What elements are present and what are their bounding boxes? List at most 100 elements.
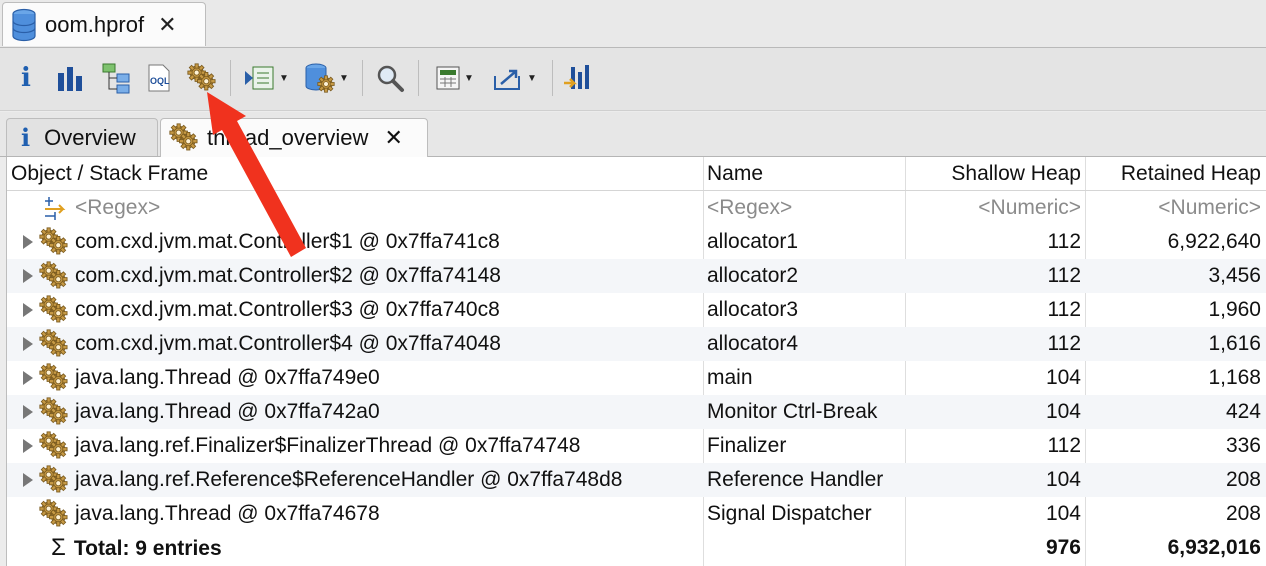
gears-icon <box>39 295 69 325</box>
table-row[interactable]: java.lang.ref.Finalizer$FinalizerThread … <box>7 429 1266 463</box>
name-cell: main <box>707 366 753 389</box>
dominator-tree-button[interactable] <box>100 60 132 96</box>
gears-icon <box>39 465 69 495</box>
column-header-shallow-heap[interactable]: Shallow Heap <box>907 157 1081 191</box>
table-row[interactable]: java.lang.Thread @ 0x7ffa742a0 Monitor Ct… <box>7 395 1266 429</box>
shallow-heap-filter[interactable]: <Numeric> <box>907 191 1081 225</box>
expand-triangle-icon[interactable] <box>23 303 33 318</box>
close-icon[interactable]: ✕ <box>384 125 402 151</box>
object-label: java.lang.Thread @ 0x7ffa742a0 <box>75 400 380 423</box>
expand-triangle-icon[interactable] <box>23 405 33 420</box>
retained-heap-cell: 208 <box>1225 468 1261 491</box>
expand-triangle-icon[interactable] <box>23 235 33 250</box>
compare-button[interactable] <box>560 60 596 96</box>
chevron-down-icon: ▼ <box>339 72 349 84</box>
name-filter[interactable]: <Regex> <box>707 191 903 225</box>
query-browser-button[interactable]: ▼ <box>300 60 352 96</box>
total-row: Σ Total: 9 entries 976 6,932,016 <box>7 531 1266 565</box>
retained-heap-filter[interactable]: <Numeric> <box>1087 191 1261 225</box>
export-button[interactable]: ▼ <box>488 60 542 96</box>
object-cell: java.lang.Thread @ 0x7ffa74678 <box>11 497 703 531</box>
column-header-name[interactable]: Name <box>707 157 903 191</box>
table-row[interactable]: java.lang.Thread @ 0x7ffa74678 Signal Dis… <box>7 497 1266 531</box>
shallow-heap-cell: 104 <box>1045 502 1081 525</box>
total-shallow-heap: 976 <box>1045 536 1081 559</box>
oql-button[interactable]: OQL <box>144 60 174 96</box>
oql-icon: OQL <box>148 64 170 92</box>
heap-query-icon <box>305 63 335 93</box>
object-filter[interactable]: <Regex> <box>11 191 703 225</box>
object-label: java.lang.ref.Finalizer$FinalizerThread … <box>75 434 581 457</box>
editor-tab-oom-hprof[interactable]: oom.hprof ✕ <box>2 2 206 46</box>
chevron-down-icon: ▼ <box>527 72 537 84</box>
expand-triangle-icon <box>23 507 33 521</box>
compare-icon <box>564 65 589 89</box>
name-cell: allocator2 <box>707 264 799 287</box>
gears-icon <box>187 63 217 93</box>
dominator-tree-icon <box>102 63 130 94</box>
tab-thread-overview[interactable]: thread_overview ✕ <box>160 118 428 157</box>
object-label: com.cxd.jvm.mat.Controller$3 @ 0x7ffa740… <box>75 298 500 321</box>
tab-overview[interactable]: i Overview <box>6 118 158 156</box>
toolbar-separator <box>552 60 553 96</box>
shallow-heap-cell: 112 <box>1047 264 1081 287</box>
retained-heap-cell: 3,456 <box>1208 264 1261 287</box>
info-icon: i <box>21 63 31 93</box>
chevron-down-icon: ▼ <box>464 72 474 84</box>
retained-heap-cell: 6,922,640 <box>1167 230 1261 253</box>
gears-icon <box>39 431 69 461</box>
expand-triangle-icon[interactable] <box>23 337 33 352</box>
gears-icon <box>39 261 69 291</box>
name-cell: allocator4 <box>707 332 799 355</box>
heap-dump-icon <box>12 8 36 41</box>
run-report-button[interactable]: ▼ <box>240 60 292 96</box>
expand-triangle-icon[interactable] <box>23 473 33 488</box>
name-cell: Monitor Ctrl-Break <box>707 400 878 423</box>
shallow-heap-cell: 112 <box>1047 298 1081 321</box>
column-header-object[interactable]: Object / Stack Frame <box>11 157 703 191</box>
object-cell: java.lang.ref.Reference$ReferenceHandler… <box>11 463 703 497</box>
object-label: com.cxd.jvm.mat.Controller$1 @ 0x7ffa741… <box>75 230 500 253</box>
table-row[interactable]: com.cxd.jvm.mat.Controller$1 @ 0x7ffa741… <box>7 225 1266 259</box>
table-row[interactable]: com.cxd.jvm.mat.Controller$2 @ 0x7ffa741… <box>7 259 1266 293</box>
gears-icon <box>39 499 69 529</box>
object-cell: com.cxd.jvm.mat.Controller$3 @ 0x7ffa740… <box>11 293 703 327</box>
gears-icon <box>39 227 69 257</box>
chevron-down-icon: ▼ <box>279 72 289 84</box>
object-cell: java.lang.Thread @ 0x7ffa749e0 <box>11 361 703 395</box>
object-label: java.lang.ref.Reference$ReferenceHandler… <box>75 468 623 491</box>
shallow-heap-cell: 104 <box>1045 400 1081 423</box>
editor-tab-label: oom.hprof <box>45 11 145 37</box>
name-cell: Signal Dispatcher <box>707 502 872 525</box>
filter-row: <Regex> <Regex> <Numeric> <Numeric> <box>7 191 1266 225</box>
calculate-button[interactable]: ▼ <box>428 60 480 96</box>
table-row[interactable]: com.cxd.jvm.mat.Controller$4 @ 0x7ffa740… <box>7 327 1266 361</box>
total-label: Total: 9 entries <box>73 537 222 560</box>
shallow-heap-cell: 104 <box>1045 468 1081 491</box>
object-label: java.lang.Thread @ 0x7ffa749e0 <box>75 366 380 389</box>
toolbar-separator <box>418 60 419 96</box>
name-cell: allocator3 <box>707 298 799 321</box>
histogram-button[interactable] <box>54 60 86 96</box>
close-icon[interactable]: ✕ <box>158 12 176 38</box>
search-button[interactable] <box>372 60 408 96</box>
info-button[interactable]: i <box>12 60 40 96</box>
total-retained-heap: 6,932,016 <box>1167 536 1261 559</box>
calculator-icon <box>436 66 460 90</box>
expand-triangle-icon[interactable] <box>23 439 33 454</box>
object-cell: java.lang.ref.Finalizer$FinalizerThread … <box>11 429 703 463</box>
table-row[interactable]: java.lang.ref.Reference$ReferenceHandler… <box>7 463 1266 497</box>
column-header-retained-heap[interactable]: Retained Heap <box>1087 157 1261 191</box>
histogram-icon <box>58 67 82 91</box>
table-row[interactable]: java.lang.Thread @ 0x7ffa749e0 main 104 1,1… <box>7 361 1266 395</box>
expand-triangle-icon[interactable] <box>23 269 33 284</box>
report-icon <box>245 66 274 90</box>
table-row[interactable]: com.cxd.jvm.mat.Controller$3 @ 0x7ffa740… <box>7 293 1266 327</box>
object-label: com.cxd.jvm.mat.Controller$2 @ 0x7ffa741… <box>75 264 501 287</box>
object-label: com.cxd.jvm.mat.Controller$4 @ 0x7ffa740… <box>75 332 501 355</box>
object-cell: com.cxd.jvm.mat.Controller$4 @ 0x7ffa740… <box>11 327 703 361</box>
expand-triangle-icon[interactable] <box>23 371 33 386</box>
editor-tab-strip: oom.hprof ✕ <box>0 0 1266 48</box>
thread-overview-button[interactable] <box>186 60 218 96</box>
gears-icon <box>169 123 199 153</box>
